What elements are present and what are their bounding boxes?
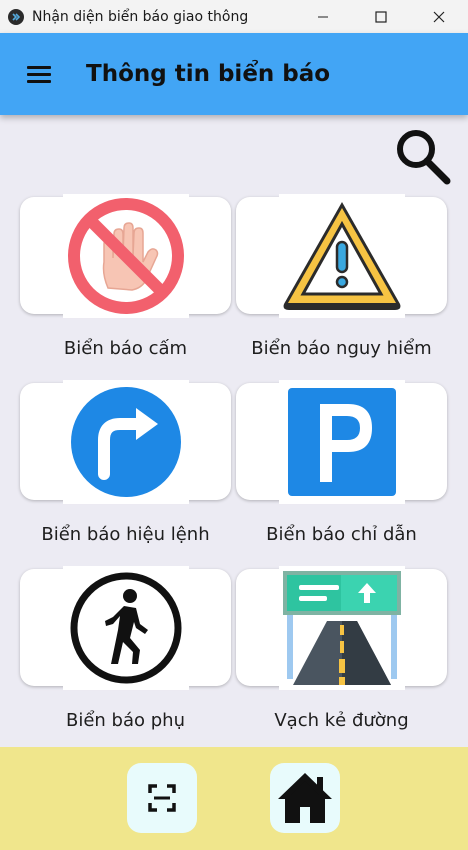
window-title: Nhận diện biển báo giao thông <box>32 8 249 25</box>
close-button[interactable] <box>410 0 468 33</box>
maximize-button[interactable] <box>352 0 410 33</box>
stop-hand-prohibition-icon <box>67 197 184 314</box>
search-button[interactable] <box>394 128 452 186</box>
pedestrian-icon <box>70 572 181 683</box>
category-card-warning[interactable] <box>236 193 447 318</box>
category-label: Biển báo phụ <box>66 710 185 731</box>
app-icon <box>8 8 24 25</box>
category-card-auxiliary[interactable] <box>20 565 231 690</box>
category-label: Biển báo nguy hiểm <box>251 338 432 359</box>
scan-icon <box>148 784 176 812</box>
home-button[interactable] <box>270 763 340 833</box>
hamburger-icon-line <box>27 72 51 76</box>
category-label: Vạch kẻ đường <box>274 710 409 731</box>
search-icon <box>397 130 451 185</box>
window-titlebar: Nhận diện biển báo giao thông <box>0 0 468 33</box>
category-label: Biển báo hiệu lệnh <box>41 524 210 545</box>
parking-icon <box>287 387 396 496</box>
minimize-button[interactable] <box>294 0 352 33</box>
minimize-icon <box>318 16 328 17</box>
app-bar: Thông tin biển báo <box>0 33 468 115</box>
category-card-guide[interactable] <box>236 379 447 504</box>
warning-triangle-icon <box>283 201 400 310</box>
hamburger-icon-line <box>27 79 51 83</box>
category-label: Biển báo chỉ dẫn <box>266 524 417 545</box>
category-card-prohibition[interactable] <box>20 193 231 318</box>
turn-right-arrow-icon <box>70 386 181 497</box>
category-card-mandatory[interactable] <box>20 379 231 504</box>
category-card-road-marking[interactable] <box>236 565 447 690</box>
close-icon <box>433 11 445 22</box>
category-label: Biển báo cấm <box>63 338 188 359</box>
page-title: Thông tin biển báo <box>86 61 331 87</box>
scan-button[interactable] <box>127 763 197 833</box>
road-marking-icon <box>282 570 401 685</box>
bottom-navigation-bar <box>0 747 468 850</box>
maximize-icon <box>375 10 387 23</box>
menu-button[interactable] <box>27 59 57 89</box>
home-icon <box>278 773 332 823</box>
hamburger-icon-line <box>27 65 51 69</box>
